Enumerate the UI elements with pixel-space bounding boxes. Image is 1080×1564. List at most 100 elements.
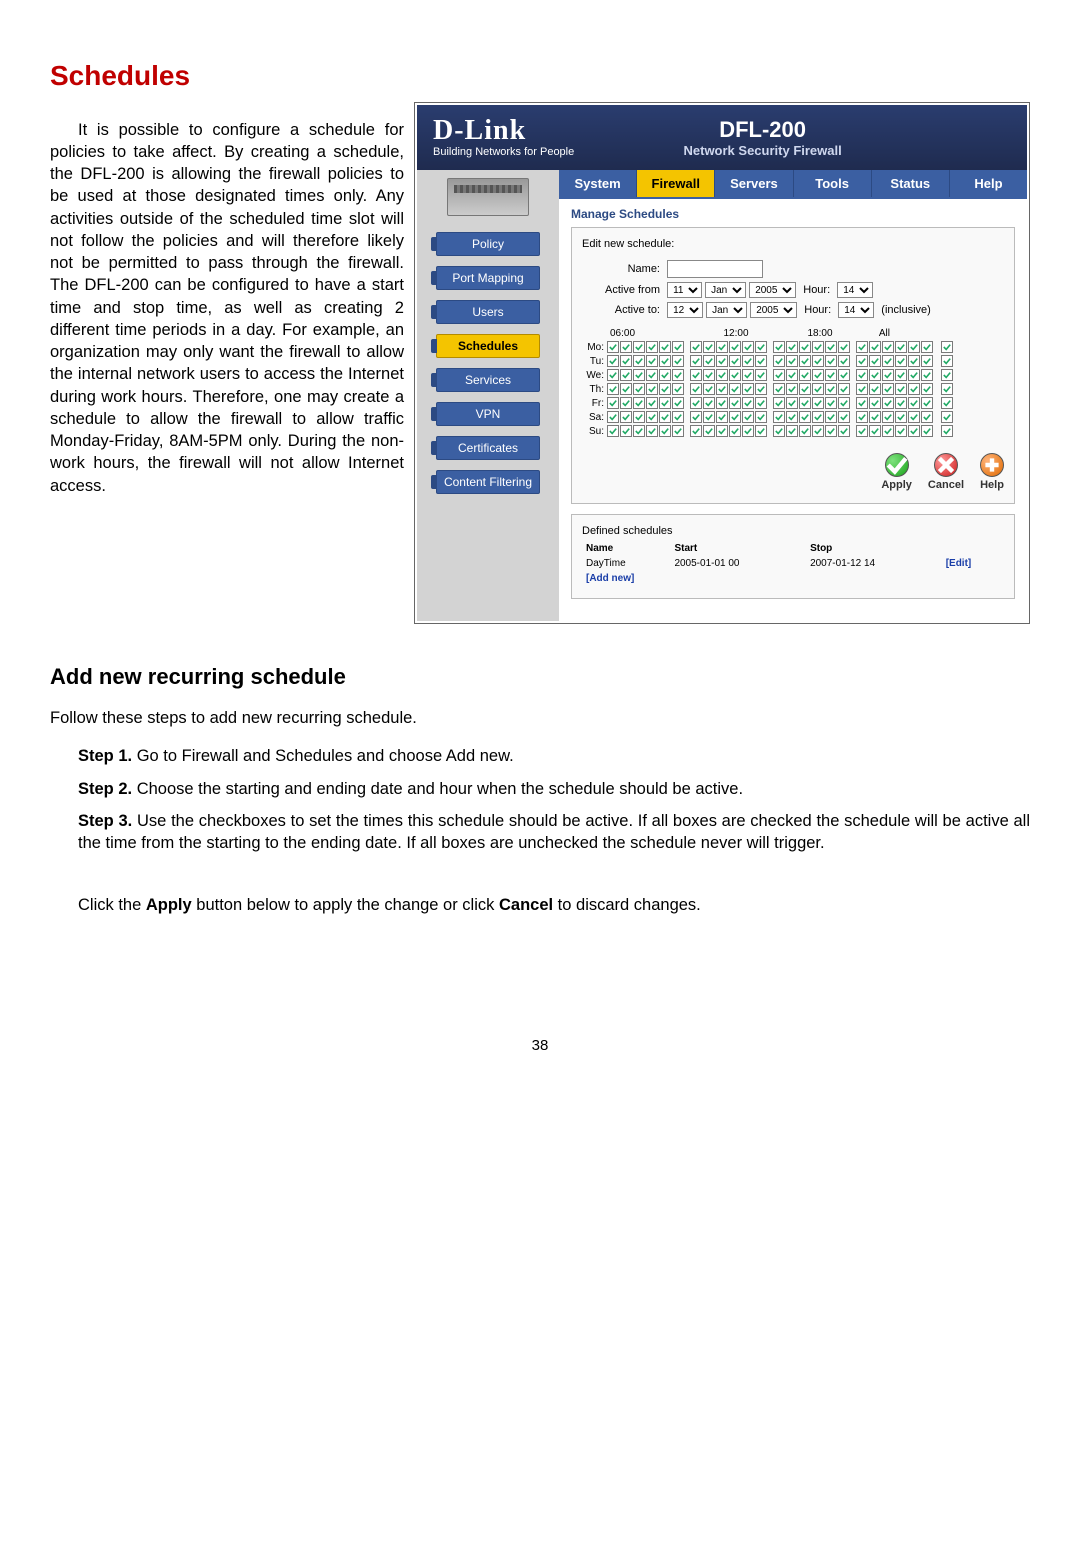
hour-checkbox[interactable] [812,383,824,395]
hour-checkbox[interactable] [742,425,754,437]
hour-checkbox[interactable] [716,411,728,423]
hour-checkbox[interactable] [838,425,850,437]
hour-checkbox[interactable] [812,425,824,437]
hour-checkbox[interactable] [786,341,798,353]
hour-checkbox[interactable] [838,383,850,395]
hour-checkbox[interactable] [773,369,785,381]
hour-checkbox[interactable] [812,341,824,353]
hour-checkbox[interactable] [786,383,798,395]
hour-checkbox[interactable] [646,355,658,367]
hour-checkbox[interactable] [838,411,850,423]
hour-checkbox[interactable] [812,397,824,409]
hour-checkbox[interactable] [620,383,632,395]
tab-firewall[interactable]: Firewall [637,170,715,197]
hour-checkbox[interactable] [729,411,741,423]
all-day-checkbox[interactable] [941,383,953,395]
tab-help[interactable]: Help [950,170,1027,197]
hour-checkbox[interactable] [786,411,798,423]
hour-checkbox[interactable] [773,341,785,353]
hour-checkbox[interactable] [921,383,933,395]
hour-checkbox[interactable] [755,341,767,353]
hour-checkbox[interactable] [716,355,728,367]
all-day-checkbox[interactable] [941,369,953,381]
apply-button[interactable]: Apply [881,453,912,491]
hour-checkbox[interactable] [869,397,881,409]
hour-checkbox[interactable] [716,383,728,395]
hour-checkbox[interactable] [703,369,715,381]
hour-checkbox[interactable] [799,397,811,409]
hour-checkbox[interactable] [690,383,702,395]
hour-checkbox[interactable] [716,425,728,437]
hour-checkbox[interactable] [633,341,645,353]
hour-checkbox[interactable] [729,383,741,395]
hour-checkbox[interactable] [716,369,728,381]
hour-checkbox[interactable] [799,383,811,395]
hour-checkbox[interactable] [908,355,920,367]
hour-checkbox[interactable] [659,341,671,353]
hour-checkbox[interactable] [895,425,907,437]
hour-checkbox[interactable] [646,411,658,423]
hour-checkbox[interactable] [729,341,741,353]
from-month-select[interactable]: Jan [705,282,746,298]
hour-checkbox[interactable] [646,397,658,409]
hour-checkbox[interactable] [773,397,785,409]
hour-checkbox[interactable] [646,383,658,395]
hour-checkbox[interactable] [672,397,684,409]
hour-checkbox[interactable] [633,397,645,409]
hour-checkbox[interactable] [921,355,933,367]
cancel-button[interactable]: Cancel [928,453,964,491]
hour-checkbox[interactable] [672,425,684,437]
hour-checkbox[interactable] [646,369,658,381]
hour-checkbox[interactable] [716,397,728,409]
hour-checkbox[interactable] [607,411,619,423]
hour-checkbox[interactable] [825,341,837,353]
hour-checkbox[interactable] [672,411,684,423]
hour-checkbox[interactable] [620,341,632,353]
to-year-select[interactable]: 2005 [750,302,797,318]
hour-checkbox[interactable] [755,383,767,395]
hour-checkbox[interactable] [825,397,837,409]
hour-checkbox[interactable] [838,397,850,409]
hour-checkbox[interactable] [856,355,868,367]
hour-checkbox[interactable] [921,397,933,409]
tab-status[interactable]: Status [872,170,950,197]
to-day-select[interactable]: 12 [667,302,703,318]
hour-checkbox[interactable] [856,397,868,409]
hour-checkbox[interactable] [921,369,933,381]
hour-checkbox[interactable] [729,425,741,437]
hour-checkbox[interactable] [659,425,671,437]
hour-checkbox[interactable] [869,369,881,381]
hour-checkbox[interactable] [825,369,837,381]
hour-checkbox[interactable] [742,341,754,353]
hour-checkbox[interactable] [742,411,754,423]
hour-checkbox[interactable] [825,425,837,437]
hour-checkbox[interactable] [882,425,894,437]
add-new-link[interactable]: [Add new] [586,573,634,584]
hour-checkbox[interactable] [633,383,645,395]
hour-checkbox[interactable] [633,355,645,367]
to-hour-select[interactable]: 14 [838,302,874,318]
sidebar-item-users[interactable]: Users [436,300,540,324]
hour-checkbox[interactable] [908,369,920,381]
hour-checkbox[interactable] [869,341,881,353]
help-button[interactable]: Help [980,453,1004,491]
hour-checkbox[interactable] [672,341,684,353]
hour-checkbox[interactable] [825,383,837,395]
hour-checkbox[interactable] [786,425,798,437]
hour-checkbox[interactable] [633,369,645,381]
hour-checkbox[interactable] [786,355,798,367]
hour-checkbox[interactable] [607,369,619,381]
hour-checkbox[interactable] [620,425,632,437]
hour-checkbox[interactable] [838,341,850,353]
hour-checkbox[interactable] [742,355,754,367]
from-day-select[interactable]: 11 [667,282,702,298]
hour-checkbox[interactable] [921,425,933,437]
hour-checkbox[interactable] [703,355,715,367]
hour-checkbox[interactable] [869,411,881,423]
hour-checkbox[interactable] [856,369,868,381]
hour-checkbox[interactable] [607,397,619,409]
hour-checkbox[interactable] [908,397,920,409]
hour-checkbox[interactable] [856,411,868,423]
hour-checkbox[interactable] [838,369,850,381]
from-hour-select[interactable]: 14 [837,282,873,298]
